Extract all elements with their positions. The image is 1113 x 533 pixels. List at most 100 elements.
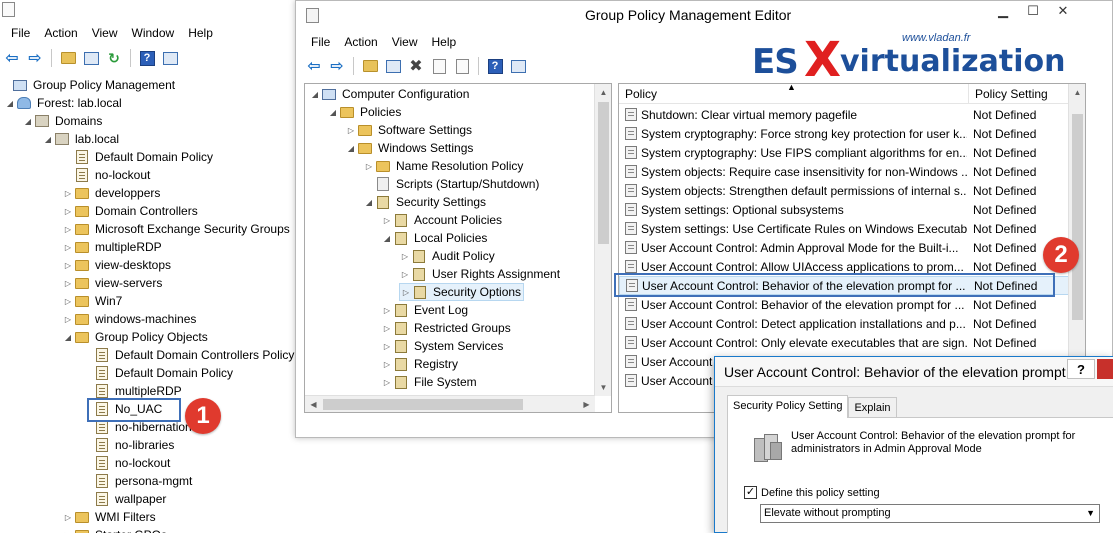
expand-arrow-icon[interactable]: ▷ xyxy=(381,306,393,315)
tree-item[interactable]: ▷ windows-machines xyxy=(62,310,198,328)
policy-row[interactable]: System cryptography: Use FIPS compliant … xyxy=(619,143,1069,162)
expand-arrow-icon[interactable]: ▷ xyxy=(62,225,74,234)
tree-item[interactable]: ▷ WMI Filters xyxy=(62,508,158,526)
export-list-button[interactable] xyxy=(452,56,472,76)
tree-item[interactable]: ▷Starter GPOs xyxy=(62,526,169,533)
tree-item[interactable]: Scripts (Startup/Shutdown) xyxy=(363,175,541,193)
collapse-arrow-icon[interactable]: ◢ xyxy=(363,198,375,207)
tree-scroll-thumb[interactable] xyxy=(598,102,609,244)
scroll-left-arrow-icon[interactable]: ◀ xyxy=(305,396,322,412)
collapse-arrow-icon[interactable]: ◢ xyxy=(42,135,54,144)
tree-item[interactable]: ▷ Event Log xyxy=(381,301,470,319)
tree-vertical-scrollbar[interactable]: ▲ ▼ xyxy=(594,84,611,396)
gpm-menu-view[interactable]: View xyxy=(85,22,125,44)
expand-arrow-icon[interactable]: ▷ xyxy=(381,360,393,369)
minimize-button[interactable]: ▁ xyxy=(988,1,1018,21)
gpm-menu-window[interactable]: Window xyxy=(125,22,182,44)
tree-item[interactable]: ▷ view-desktops xyxy=(62,256,173,274)
tree-item[interactable]: ◢ Forest: lab.local xyxy=(4,94,124,112)
policy-row[interactable]: User Account Control: Detect application… xyxy=(619,314,1069,333)
show-console-tree-button[interactable] xyxy=(383,56,403,76)
tree-item[interactable]: ◢ Computer Configuration xyxy=(309,85,471,103)
gpm-menu-file[interactable]: File xyxy=(4,22,37,44)
expand-arrow-icon[interactable]: ▷ xyxy=(62,207,74,216)
scroll-down-arrow-icon[interactable]: ▼ xyxy=(595,379,611,396)
tree-item[interactable]: ▷ Win7 xyxy=(62,292,124,310)
expand-arrow-icon[interactable]: ▷ xyxy=(381,378,393,387)
expand-arrow-icon[interactable]: ▷ xyxy=(363,162,375,171)
properties-button[interactable] xyxy=(429,56,449,76)
tree-item[interactable]: wallpaper xyxy=(82,490,168,508)
up-folder-button[interactable] xyxy=(360,56,380,76)
expand-arrow-icon[interactable]: ▷ xyxy=(399,252,411,261)
tree-item[interactable]: ◢ Security Settings xyxy=(363,193,488,211)
policy-row[interactable]: User Account Control: Only elevate execu… xyxy=(619,333,1069,352)
elevation-behavior-select[interactable]: Elevate without prompting ▼ xyxy=(760,504,1100,523)
gpm-menu-help[interactable]: Help xyxy=(181,22,220,44)
forward-button[interactable]: ⇨ xyxy=(327,56,347,76)
back-button[interactable]: ⇦ xyxy=(2,48,22,68)
list-scroll-thumb[interactable] xyxy=(1072,114,1083,320)
expand-arrow-icon[interactable]: ▷ xyxy=(381,216,393,225)
expand-arrow-icon[interactable]: ▷ xyxy=(399,270,411,279)
tree-item[interactable]: ▷ File System xyxy=(381,373,479,391)
close-button[interactable]: ✕ xyxy=(1048,1,1078,21)
tree-item[interactable]: ◢ Domains xyxy=(22,112,104,130)
gpme-menu-file[interactable]: File xyxy=(304,31,337,53)
tree-item[interactable]: persona-mgmt xyxy=(82,472,194,490)
policy-row[interactable]: Shutdown: Clear virtual memory pagefile N… xyxy=(619,105,1069,124)
policy-row[interactable]: System cryptography: Force strong key pr… xyxy=(619,124,1069,143)
show-console-tree-button[interactable] xyxy=(81,48,101,68)
gpme-menu-action[interactable]: Action xyxy=(337,31,384,53)
refresh-button[interactable]: ↻ xyxy=(104,48,124,68)
tree-item[interactable]: ▷ developpers xyxy=(62,184,162,202)
tree-item[interactable]: Default Domain Controllers Policy xyxy=(82,346,296,364)
dialog-help-button[interactable]: ? xyxy=(1067,359,1095,379)
collapse-arrow-icon[interactable]: ◢ xyxy=(4,99,16,108)
tree-item[interactable]: ◢ Local Policies xyxy=(381,229,489,247)
collapse-arrow-icon[interactable]: ◢ xyxy=(309,90,321,99)
dialog-close-button[interactable] xyxy=(1097,359,1113,379)
gpme-menu-view[interactable]: View xyxy=(385,31,425,53)
up-folder-button[interactable] xyxy=(58,48,78,68)
policy-row[interactable]: System settings: Use Certificate Rules o… xyxy=(619,219,1069,238)
collapse-arrow-icon[interactable]: ◢ xyxy=(22,117,34,126)
maximize-button[interactable]: ☐ xyxy=(1018,1,1048,21)
tree-item[interactable]: ▷ Microsoft Exchange Security Groups xyxy=(62,220,292,238)
gpm-menu-action[interactable]: Action xyxy=(37,22,84,44)
tree-item[interactable]: ▷ Domain Controllers xyxy=(62,202,200,220)
tree-item[interactable]: ▷ Software Settings xyxy=(345,121,474,139)
tree-item[interactable]: ◢ Policies xyxy=(327,103,403,121)
tree-item[interactable]: ◢ Group Policy Objects xyxy=(62,328,210,346)
tree-item[interactable]: ▷ Registry xyxy=(381,355,460,373)
expand-arrow-icon[interactable]: ▷ xyxy=(62,261,74,270)
expand-arrow-icon[interactable]: ▷ xyxy=(62,279,74,288)
scroll-up-arrow-icon[interactable]: ▲ xyxy=(595,84,611,101)
tree-item[interactable]: ◢ lab.local xyxy=(42,130,121,148)
policy-row[interactable]: System objects: Strengthen default permi… xyxy=(619,181,1069,200)
define-policy-checkbox[interactable]: ✓ xyxy=(744,486,757,499)
tree-item[interactable]: ▷ Restricted Groups xyxy=(381,319,513,337)
tree-item[interactable]: ▷ Name Resolution Policy xyxy=(363,157,525,175)
forward-button[interactable]: ⇨ xyxy=(25,48,45,68)
tree-item[interactable]: ▷ view-servers xyxy=(62,274,164,292)
tree-item[interactable]: ◢ Windows Settings xyxy=(345,139,475,157)
expand-arrow-icon[interactable]: ▷ xyxy=(62,513,74,522)
tree-item[interactable]: Default Domain Policy xyxy=(62,148,215,166)
tree-item[interactable]: ▷ System Services xyxy=(381,337,505,355)
tree-item[interactable]: Group Policy Management xyxy=(0,76,177,94)
expand-arrow-icon[interactable]: ▷ xyxy=(345,126,357,135)
tree-item[interactable]: no-lockout xyxy=(82,454,172,472)
tree-item[interactable]: ▷ User Rights Assignment xyxy=(399,265,562,283)
collapse-arrow-icon[interactable]: ◢ xyxy=(327,108,339,117)
collapse-arrow-icon[interactable]: ◢ xyxy=(345,144,357,153)
properties-button[interactable] xyxy=(160,48,180,68)
expand-arrow-icon[interactable]: ▷ xyxy=(62,189,74,198)
policy-row[interactable]: System settings: Optional subsystems Not … xyxy=(619,200,1069,219)
tree-item[interactable]: ▷ Audit Policy xyxy=(399,247,497,265)
tree-item[interactable]: no-libraries xyxy=(82,436,176,454)
tree-item[interactable]: ▷ multipleRDP xyxy=(62,238,164,256)
collapse-arrow-icon[interactable]: ◢ xyxy=(381,234,393,243)
help-button[interactable]: ? xyxy=(137,48,157,68)
collapse-arrow-icon[interactable]: ◢ xyxy=(62,333,74,342)
